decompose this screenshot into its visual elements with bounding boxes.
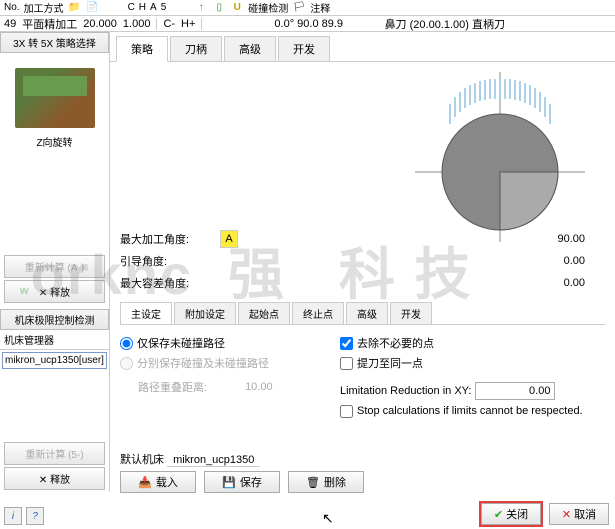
tab-dev[interactable]: 开发 [278, 36, 330, 61]
subtab-adv[interactable]: 高级 [346, 302, 388, 324]
check-stop-calc[interactable]: Stop calculations if limits cannot be re… [340, 401, 605, 421]
preview-image [15, 68, 95, 128]
radio1-input[interactable] [120, 337, 133, 350]
left-panel: 3X 转 5X 策略选择 Z向旋转 重新计算 (A-) ✕ 释放 机床极限控制检… [0, 32, 110, 492]
x-icon: ✕ [562, 508, 571, 521]
default-machine-label: 默认机床 [120, 454, 164, 466]
limit-header: 机床极限控制检测 [0, 309, 109, 330]
ruler-icon[interactable]: ▯ [212, 1, 226, 15]
letter-a: A [150, 2, 157, 13]
check-retract-same[interactable]: 提刀至同一点 [340, 353, 605, 373]
check1-input[interactable] [340, 337, 353, 350]
info-c: C- [163, 18, 175, 30]
folder-icon[interactable]: 📁 [68, 1, 82, 15]
new-icon[interactable]: 📄 [86, 1, 100, 15]
info-type: 平面精加工 [22, 16, 77, 32]
flag-icon[interactable]: 🏳 [292, 1, 306, 15]
info-angles: 0.0° 90.0 89.9 [274, 18, 343, 30]
save-icon: 💾 [222, 476, 236, 489]
release2-button[interactable]: ✕ 释放 [4, 467, 105, 490]
tol-label: 最大容差角度: [120, 275, 220, 291]
tab-holder[interactable]: 刀柄 [170, 36, 222, 61]
collision-label: 碰撞检测 [248, 0, 288, 15]
sub-tabs: 主设定 附加设定 起始点 终止点 高级 开发 [120, 302, 605, 325]
top-toolbar: No. 加工方式 📁 📄 C H A 5 ↑ ▯ U 碰撞检测 🏳 注释 [0, 0, 615, 16]
tol-val: 0.00 [220, 277, 605, 289]
info-h: H+ [181, 18, 195, 30]
load-icon: 📥 [138, 476, 152, 489]
recalc5-button[interactable]: 重新计算 (5-) [4, 442, 105, 465]
max-angle-label: 最大加工角度: [120, 231, 220, 247]
delete-icon: 🗑 [306, 476, 320, 489]
main-tabs: 策略 刀柄 高级 开发 [110, 32, 615, 62]
cursor-icon: ↖ [322, 510, 334, 527]
overlap-label: 路径重叠距离: [138, 379, 207, 395]
info-v2: 1.000 [123, 18, 151, 30]
machine-mgr-label: 机床管理器 [0, 330, 109, 349]
lim-input[interactable] [475, 382, 555, 400]
tab-strategy[interactable]: 策略 [116, 36, 168, 62]
check2-input[interactable] [340, 357, 353, 370]
max-angle-marker[interactable] [220, 230, 238, 248]
lead-val: 0.00 [220, 255, 605, 267]
info-v1: 20.000 [83, 18, 117, 30]
comment-label: 注释 [310, 0, 330, 15]
no-label: No. [4, 2, 20, 13]
info-icon-button[interactable]: i [4, 507, 22, 525]
strategy-header: 3X 转 5X 策略选择 [0, 32, 109, 53]
arrow-up-icon[interactable]: ↑ [194, 1, 208, 15]
tab-advanced[interactable]: 高级 [224, 36, 276, 61]
bottom-left-buttons: i ? [4, 507, 44, 525]
save-button[interactable]: 💾保存 [204, 471, 280, 493]
recalc-a-button[interactable]: 重新计算 (A-) [4, 255, 105, 278]
overlap-val: 10.00 [245, 381, 273, 393]
info-row: 49 平面精加工 20.000 1.000 C- H+ 0.0° 90.0 89… [0, 16, 615, 32]
delete-button[interactable]: 🗑删除 [288, 471, 364, 493]
load-button[interactable]: 📥载入 [120, 471, 196, 493]
close-button[interactable]: ✔关闭 [481, 503, 541, 525]
info-tool: 鼻刀 (20.00.1.00) 直柄刀 [385, 16, 505, 32]
check-icon: ✔ [494, 508, 503, 521]
radio-save-both[interactable]: 分别保存碰撞及未碰撞路径 [120, 353, 320, 373]
subtab-main[interactable]: 主设定 [120, 302, 172, 324]
preview-label: Z向旋转 [36, 134, 72, 149]
tool-visual [415, 72, 585, 242]
mode-label: 加工方式 [24, 0, 64, 15]
right-panel: 策略 刀柄 高级 开发 [110, 32, 615, 492]
help-icon-button[interactable]: ? [26, 507, 44, 525]
subtab-extra[interactable]: 附加设定 [174, 302, 236, 324]
info-num: 49 [4, 18, 16, 30]
machine-input[interactable] [2, 352, 107, 369]
cancel-button[interactable]: ✕取消 [549, 503, 609, 525]
stop-input[interactable] [340, 405, 353, 418]
radio2-input[interactable] [120, 357, 133, 370]
release-button[interactable]: ✕ 释放 [4, 280, 105, 303]
check-remove-points[interactable]: 去除不必要的点 [340, 333, 605, 353]
subtab-end[interactable]: 终止点 [292, 302, 344, 324]
u-icon[interactable]: U [230, 1, 244, 15]
lead-label: 引导角度: [120, 253, 220, 269]
letter-5: 5 [161, 2, 167, 13]
subtab-start[interactable]: 起始点 [238, 302, 290, 324]
preview-box[interactable]: Z向旋转 [0, 53, 109, 163]
subtab-dev[interactable]: 开发 [390, 302, 432, 324]
footer-buttons: ✔关闭 ✕取消 [481, 503, 609, 525]
letter-c: C [128, 2, 135, 13]
radio-save-nocollision[interactable]: 仅保存未碰撞路径 [120, 333, 320, 353]
default-machine-val: mikron_ucp1350 [167, 454, 260, 467]
lim-label: Limitation Reduction in XY: [340, 385, 471, 397]
letter-h: H [139, 2, 146, 13]
